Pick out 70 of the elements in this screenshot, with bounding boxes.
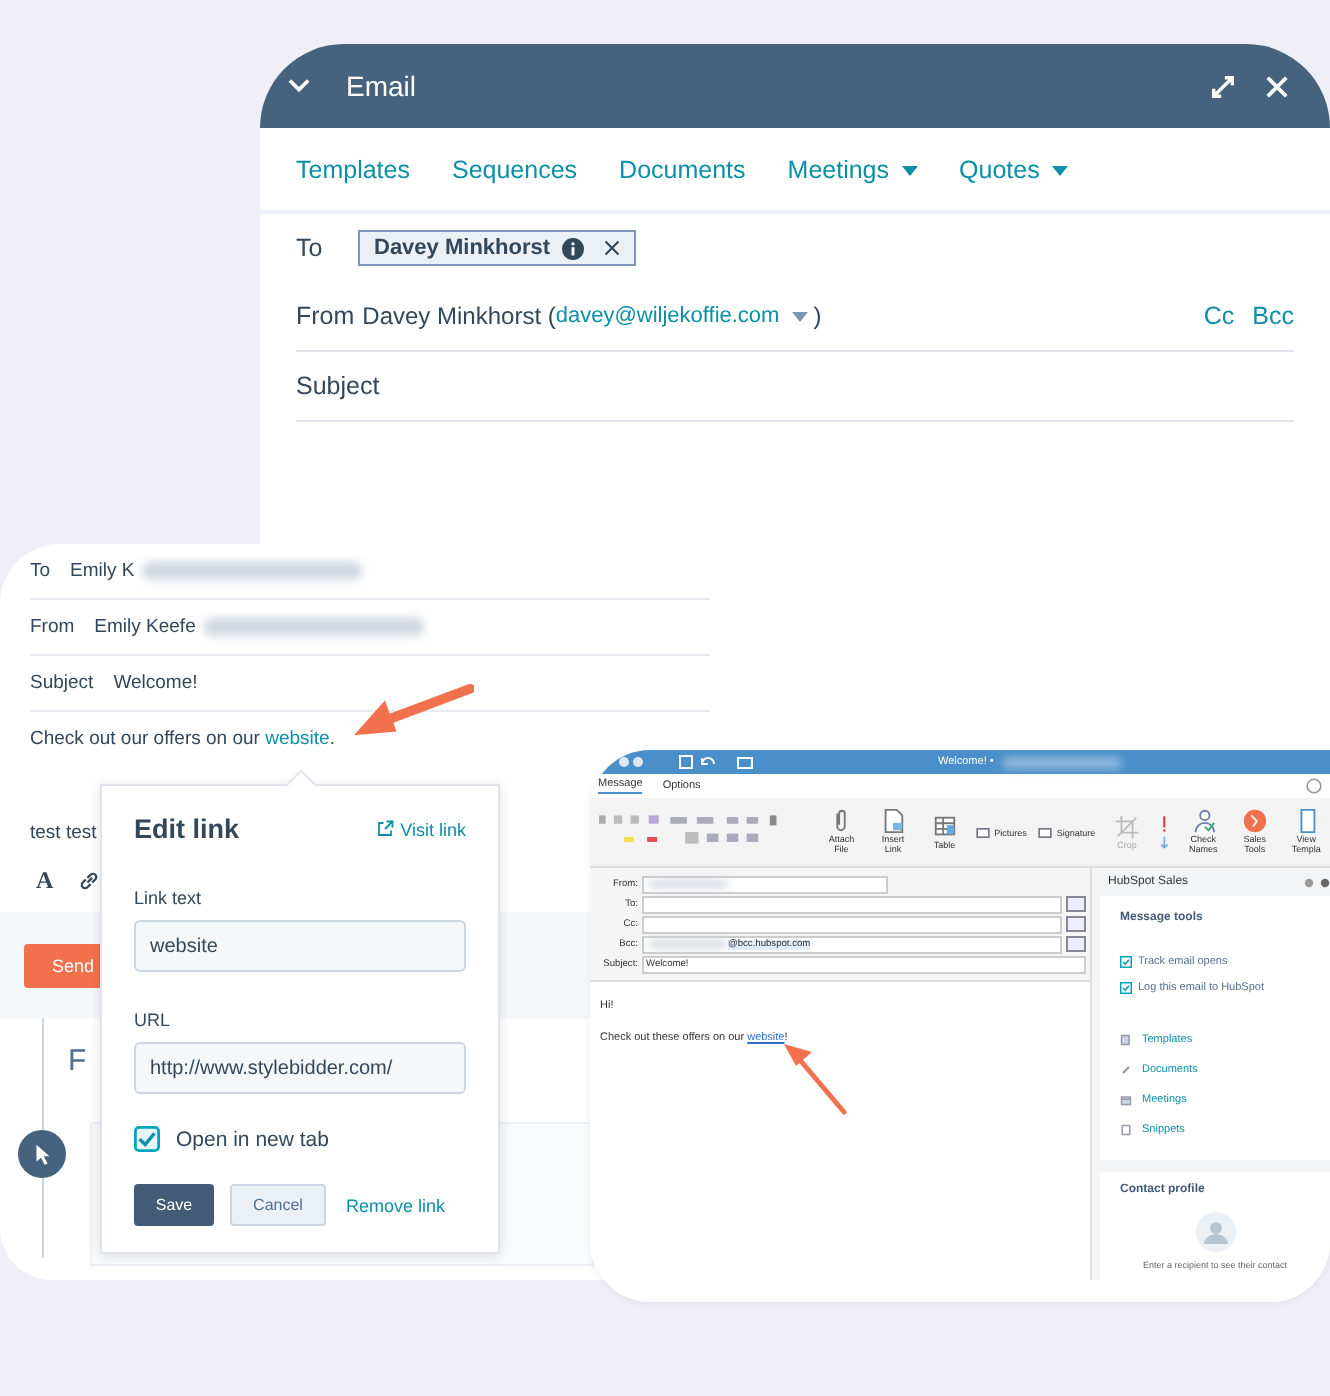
people-icon bbox=[1190, 808, 1217, 835]
link-icon[interactable] bbox=[77, 869, 100, 891]
field-label: Subject bbox=[296, 372, 380, 400]
recipient-chip[interactable]: Davey Minkhorst bbox=[358, 230, 637, 266]
crop-icon bbox=[1114, 813, 1141, 840]
expand-icon[interactable] bbox=[1210, 73, 1236, 99]
toolbar-tab[interactable]: Templates bbox=[296, 156, 410, 184]
checkbox-label: Open in new tab bbox=[176, 1127, 329, 1151]
caret-icon bbox=[1051, 166, 1068, 177]
chevron-down-icon[interactable] bbox=[288, 78, 310, 94]
save-button[interactable]: Save bbox=[134, 1184, 214, 1226]
body-link[interactable]: website bbox=[265, 728, 330, 750]
snippets-icon bbox=[1120, 1123, 1132, 1135]
doc-icon bbox=[879, 808, 906, 835]
url-field[interactable]: http://www.stylebidder.com/ bbox=[134, 1042, 466, 1094]
checkbox[interactable] bbox=[1120, 955, 1132, 967]
image-icon bbox=[1038, 827, 1053, 837]
heading-text: F bbox=[68, 1044, 87, 1078]
info-icon[interactable] bbox=[562, 237, 585, 259]
format-button[interactable]: A bbox=[36, 865, 54, 895]
toolbar-tab[interactable]: Quotes bbox=[959, 156, 1068, 184]
field-label: From bbox=[296, 302, 355, 330]
window-title: Email bbox=[346, 70, 419, 102]
remove-link[interactable]: Remove link bbox=[346, 1195, 446, 1215]
redacted-text bbox=[648, 940, 728, 948]
cursor-icon bbox=[18, 1130, 66, 1178]
field-label: URL bbox=[134, 1010, 173, 1030]
toolbar-tab[interactable]: Meetings bbox=[787, 156, 918, 184]
field-label: Link text bbox=[134, 888, 204, 908]
remove-icon[interactable] bbox=[604, 240, 621, 256]
redacted-text bbox=[1001, 757, 1122, 767]
templates-icon bbox=[1120, 1033, 1132, 1045]
field-label: From bbox=[30, 616, 75, 638]
caret-icon bbox=[791, 311, 808, 322]
input-field[interactable] bbox=[642, 875, 888, 893]
bcc-link[interactable]: Bcc bbox=[1252, 302, 1294, 330]
quick-access-drawing[interactable] bbox=[678, 754, 758, 770]
toolbar-tab[interactable]: Sequences bbox=[451, 156, 578, 184]
external-link-icon bbox=[376, 820, 395, 838]
sender-email-dropdown[interactable]: davey@wiljekoffie.com bbox=[555, 304, 808, 328]
toolbar-tab[interactable]: Documents bbox=[619, 156, 746, 184]
caret-icon bbox=[901, 166, 918, 177]
email-body-text: test test bbox=[30, 822, 97, 844]
help-icon[interactable] bbox=[1306, 778, 1322, 794]
input-field[interactable] bbox=[642, 895, 1062, 913]
cancel-button[interactable]: Cancel bbox=[230, 1184, 326, 1226]
link-text-field[interactable]: website bbox=[134, 920, 466, 972]
sender-name: ) bbox=[813, 302, 822, 330]
field-label: To bbox=[296, 234, 325, 262]
field-value: Welcome! bbox=[113, 672, 198, 694]
sender-name: Davey Minkhorst ( bbox=[362, 302, 556, 330]
cc-link[interactable]: Cc bbox=[1203, 302, 1235, 330]
image-icon bbox=[976, 827, 991, 837]
field-value: Emily Keefe bbox=[94, 616, 424, 638]
field-label: Subject bbox=[30, 672, 94, 694]
popover-title: Edit link bbox=[134, 814, 240, 844]
email-body-text: Check out our offers on our website. bbox=[30, 728, 337, 750]
field-label: To bbox=[30, 560, 51, 582]
checkbox[interactable] bbox=[134, 1126, 160, 1152]
redacted-text bbox=[648, 880, 728, 888]
table-icon bbox=[931, 813, 958, 840]
sales-icon bbox=[1241, 808, 1268, 835]
documents-icon bbox=[1120, 1063, 1132, 1075]
field-value: Emily K bbox=[70, 560, 363, 582]
visit-link[interactable]: Visit link bbox=[376, 819, 466, 839]
pointer-arrow bbox=[780, 1040, 848, 1116]
checkbox[interactable] bbox=[1120, 981, 1132, 993]
avatar-icon bbox=[1195, 1212, 1235, 1252]
meetings-icon bbox=[1120, 1093, 1132, 1105]
input-field[interactable] bbox=[642, 915, 1062, 933]
